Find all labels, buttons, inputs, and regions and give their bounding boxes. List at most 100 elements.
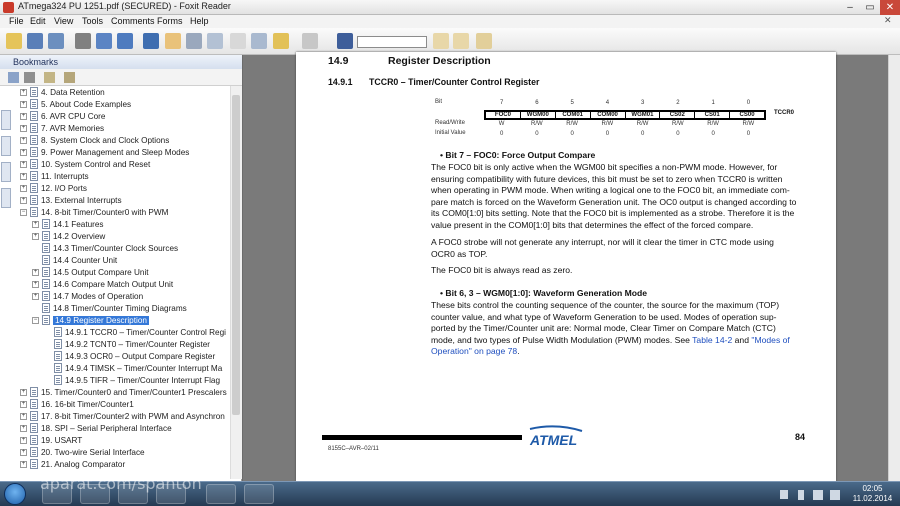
bookmark-item[interactable]: +20. Two-wire Serial Interface (20, 446, 145, 458)
close-button[interactable]: ✕ (880, 0, 900, 15)
find-options-icon[interactable] (476, 33, 492, 49)
bookmark-item[interactable]: +11. Interrupts (20, 170, 89, 182)
bookmark-item[interactable]: 14.9.1 TCCR0 – Timer/Counter Control Reg… (44, 326, 226, 338)
expand-icon[interactable]: + (20, 448, 27, 456)
expand-icon[interactable]: + (20, 148, 27, 156)
delete-bookmark-icon[interactable] (24, 72, 35, 83)
bookmark-item[interactable]: +16. 16-bit Timer/Counter1 (20, 398, 134, 410)
table-14-2-link[interactable]: Table 14-2 (692, 335, 732, 345)
menu-tools[interactable]: Tools (82, 16, 103, 26)
expand-icon[interactable]: + (20, 184, 27, 192)
find-input[interactable] (357, 36, 427, 48)
pages-tab-icon[interactable] (1, 136, 11, 156)
tray-network-icon[interactable] (813, 490, 823, 500)
bookmark-item[interactable]: +14.2 Overview (32, 230, 105, 242)
copy-icon[interactable] (230, 33, 246, 49)
expand-icon[interactable]: + (32, 292, 39, 300)
image-icon[interactable] (251, 33, 267, 49)
find-next-icon[interactable] (453, 33, 469, 49)
hand-tool-icon[interactable] (165, 33, 181, 49)
minimize-button[interactable]: – (840, 0, 860, 15)
menu-file[interactable]: File (9, 16, 24, 26)
attachments-tab-icon[interactable] (1, 188, 11, 208)
expand-icon[interactable]: + (20, 100, 27, 108)
expand-icon[interactable]: + (32, 220, 39, 228)
taskbar-window-icon[interactable] (244, 484, 274, 504)
bookmark-item[interactable]: +17. 8-bit Timer/Counter2 with PWM and A… (20, 410, 225, 422)
expand-icon[interactable]: + (20, 412, 27, 420)
maximize-button[interactable]: ▭ (860, 0, 880, 15)
collapse-icon[interactable]: − (20, 208, 27, 216)
bookmark-item[interactable]: 14.4 Counter Unit (32, 254, 117, 266)
select-text-icon[interactable] (186, 33, 202, 49)
expand-icon[interactable]: + (20, 112, 27, 120)
taskbar-clock[interactable]: 02:05 11.02.2014 (850, 484, 895, 504)
bookmark-item[interactable]: +7. AVR Memories (20, 122, 104, 134)
bookmark-item[interactable]: +4. Data Retention (20, 86, 105, 98)
bookmark-item[interactable]: − 14. 8-bit Timer/Counter0 with PWM (20, 206, 168, 218)
modes-of-operation-link[interactable]: "Modes of (751, 335, 789, 345)
bookmark-item[interactable]: +9. Power Management and Sleep Modes (20, 146, 189, 158)
pencil-icon[interactable] (302, 33, 318, 49)
expand-icon[interactable]: + (20, 88, 27, 96)
bookmark-item[interactable]: +6. AVR CPU Core (20, 110, 105, 122)
bookmark-item[interactable]: 14.8 Timer/Counter Timing Diagrams (32, 302, 187, 314)
bookmark-item[interactable]: +14.7 Modes of Operation (32, 290, 143, 302)
expand-icon[interactable]: + (32, 280, 39, 288)
open-folder-icon[interactable] (6, 33, 22, 49)
email-icon[interactable] (96, 33, 112, 49)
tray-battery-icon[interactable] (798, 490, 804, 500)
save-icon[interactable] (27, 33, 43, 49)
menu-help[interactable]: Help (190, 16, 209, 26)
bookmark-item[interactable]: +8. System Clock and Clock Options (20, 134, 169, 146)
expand-icon[interactable]: + (20, 388, 27, 396)
expand-icon[interactable]: + (20, 400, 27, 408)
bookmark-item[interactable]: 14.9.3 OCR0 – Output Compare Register (44, 350, 215, 362)
menu-close-icon[interactable]: ✕ (884, 15, 892, 26)
menu-edit[interactable]: Edit (30, 16, 46, 26)
bookmarks-tab-icon[interactable] (1, 110, 11, 130)
bookmark-item[interactable]: +18. SPI – Serial Peripheral Interface (20, 422, 172, 434)
collapse-icon[interactable]: − (32, 316, 39, 324)
expand-icon[interactable]: + (20, 160, 27, 168)
expand-bookmark-icon[interactable] (64, 72, 75, 83)
expand-icon[interactable]: + (20, 460, 27, 468)
tray-volume-icon[interactable] (830, 490, 840, 500)
bookmark-item[interactable]: +13. External Interrupts (20, 194, 122, 206)
expand-icon[interactable]: + (20, 436, 27, 444)
bookmark-item[interactable]: +14.1 Features (32, 218, 104, 230)
bookmark-scrollbar-thumb[interactable] (232, 95, 240, 415)
bookmark-item[interactable]: 14.9.5 TIFR – Timer/Counter Interrupt Fl… (44, 374, 220, 386)
bookmark-item[interactable]: +12. I/O Ports (20, 182, 87, 194)
bookmark-item[interactable]: 14.3 Timer/Counter Clock Sources (32, 242, 178, 254)
tray-flag-icon[interactable] (780, 490, 788, 499)
menu-comments[interactable]: Comments (111, 16, 155, 26)
fullscreen-icon[interactable] (143, 33, 159, 49)
save-as-icon[interactable] (48, 33, 64, 49)
expand-icon[interactable]: + (20, 172, 27, 180)
find-binoculars-icon[interactable] (337, 33, 353, 49)
snapshot-icon[interactable] (207, 33, 223, 49)
bookmark-item[interactable]: +5. About Code Examples (20, 98, 131, 110)
annotate-icon[interactable] (273, 33, 289, 49)
menu-forms[interactable]: Forms (157, 16, 183, 26)
add-bookmark-icon[interactable] (44, 72, 55, 83)
bookmark-item[interactable]: 14.9.4 TIMSK – Timer/Counter Interrupt M… (44, 362, 222, 374)
bookmark-item[interactable]: +14.5 Output Compare Unit (32, 266, 149, 278)
expand-icon[interactable]: + (20, 124, 27, 132)
bookmark-item[interactable]: +10. System Control and Reset (20, 158, 150, 170)
menu-view[interactable]: View (54, 16, 73, 26)
expand-icon[interactable]: + (20, 196, 27, 204)
find-prev-icon[interactable] (433, 33, 449, 49)
modes-of-operation-link-2[interactable]: Operation" on page 78 (431, 346, 517, 356)
print-icon[interactable] (75, 33, 91, 49)
document-scrollbar[interactable] (888, 55, 900, 481)
expand-icon[interactable]: + (32, 232, 39, 240)
layers-tab-icon[interactable] (1, 162, 11, 182)
expand-icon[interactable]: + (20, 424, 27, 432)
bookmark-item[interactable]: − 14.9 Register Description (32, 314, 149, 326)
bookmark-item[interactable]: +15. Timer/Counter0 and Timer/Counter1 P… (20, 386, 227, 398)
properties-icon[interactable] (117, 33, 133, 49)
options-icon[interactable] (8, 72, 19, 83)
start-button[interactable] (4, 483, 26, 505)
